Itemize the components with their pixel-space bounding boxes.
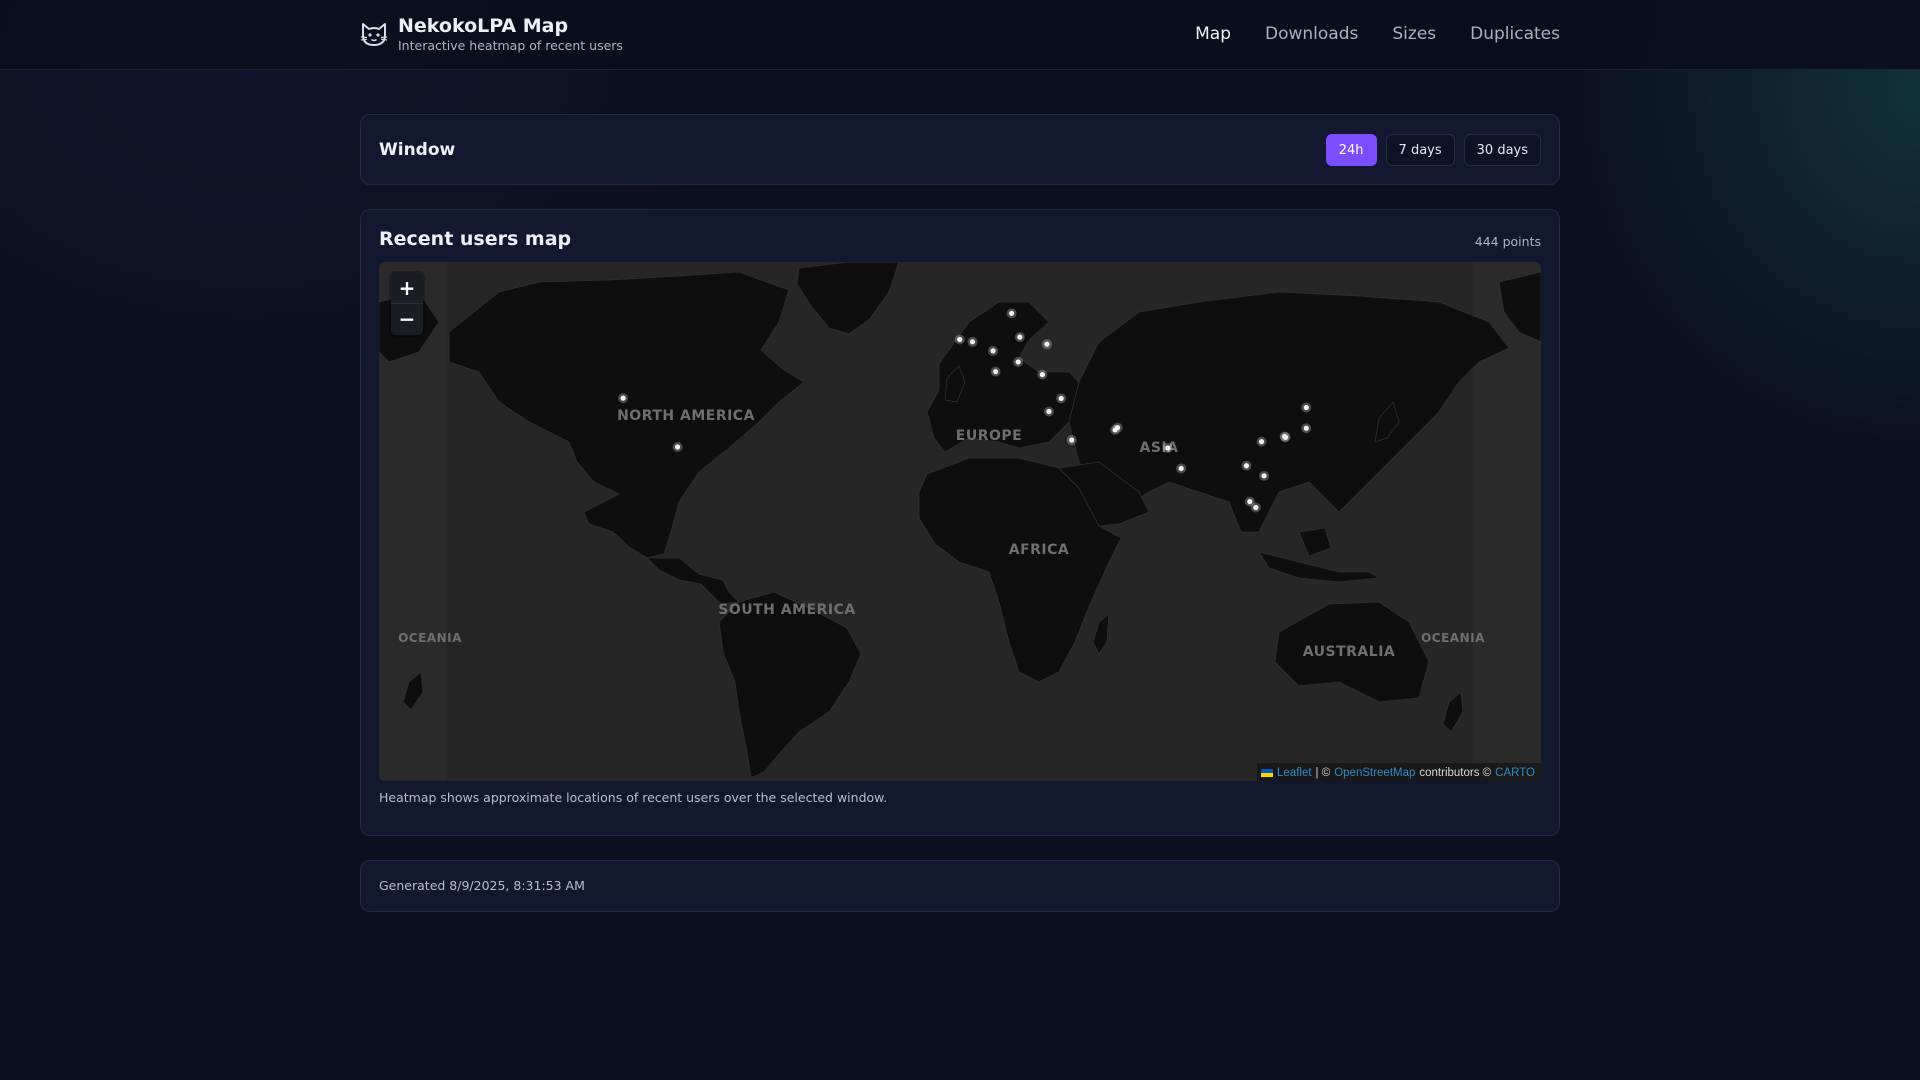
heat-point xyxy=(620,395,626,401)
carto-link[interactable]: CARTO xyxy=(1495,767,1535,779)
heat-point xyxy=(1253,504,1259,511)
label-africa: AFRICA xyxy=(1009,542,1070,558)
window-card: Window 24h 7 days 30 days xyxy=(360,114,1560,185)
heat-point xyxy=(674,444,681,450)
map-attribution: Leaflet | © OpenStreetMap contributors ©… xyxy=(1257,763,1541,781)
nav-duplicates[interactable]: Duplicates xyxy=(1470,22,1560,46)
nav-downloads[interactable]: Downloads xyxy=(1265,22,1358,46)
points-count: 444 points xyxy=(1474,234,1541,249)
map-card: Recent users map 444 points NORTH AMERIC… xyxy=(360,209,1560,836)
generated-timestamp: Generated 8/9/2025, 8:31:53 AM xyxy=(379,878,585,893)
heat-point xyxy=(1069,437,1075,443)
heat-point xyxy=(1178,465,1184,472)
heat-point xyxy=(957,336,963,343)
ukraine-flag-icon xyxy=(1261,768,1274,777)
heat-point xyxy=(1017,334,1023,340)
window-7-days-button[interactable]: 7 days xyxy=(1385,134,1455,166)
heat-point xyxy=(1046,408,1052,415)
heat-point xyxy=(1044,341,1050,347)
heat-point xyxy=(1008,310,1015,316)
window-selector: 24h 7 days 30 days xyxy=(1325,134,1541,166)
map-title: Recent users map xyxy=(379,228,572,250)
heat-point xyxy=(1039,372,1045,378)
nav-map[interactable]: Map xyxy=(1195,22,1231,46)
heat-point xyxy=(1282,434,1288,440)
label-oceania-right: OCEANIA xyxy=(1421,631,1485,645)
heat-point xyxy=(1112,427,1118,433)
label-australia: AUSTRALIA xyxy=(1303,644,1396,660)
heat-point xyxy=(1303,425,1309,431)
app-subtitle: Interactive heatmap of recent users xyxy=(398,38,623,53)
heat-point xyxy=(1015,359,1021,365)
heat-point xyxy=(990,348,996,354)
heat-point xyxy=(969,339,976,345)
top-navigation-bar: NekokoLPA Map Interactive heatmap of rec… xyxy=(0,0,1920,70)
label-europe: EUROPE xyxy=(956,428,1022,444)
window-30-days-button[interactable]: 30 days xyxy=(1463,134,1541,166)
brand[interactable]: NekokoLPA Map Interactive heatmap of rec… xyxy=(358,14,623,53)
app-title: NekokoLPA Map xyxy=(398,15,569,37)
heat-point xyxy=(1243,463,1250,469)
footer-card: Generated 8/9/2025, 8:31:53 AM xyxy=(360,860,1560,912)
heat-point xyxy=(1303,404,1309,411)
label-north-america: NORTH AMERICA xyxy=(617,408,755,424)
nav-sizes[interactable]: Sizes xyxy=(1392,22,1436,46)
heat-point xyxy=(1261,473,1267,479)
window-24h-button[interactable]: 24h xyxy=(1325,134,1377,166)
heat-point xyxy=(1058,395,1064,402)
label-oceania-left: OCEANIA xyxy=(398,631,462,645)
attribution-separator: | © xyxy=(1315,766,1331,779)
heat-point xyxy=(993,369,999,375)
heat-point xyxy=(1258,439,1265,445)
zoom-out-button[interactable]: − xyxy=(391,304,423,335)
openstreetmap-link[interactable]: OpenStreetMap xyxy=(1334,767,1415,779)
cat-face-icon xyxy=(360,22,388,46)
world-map[interactable]: NORTH AMERICA EUROPE ASIA AFRICA SOUTH A… xyxy=(379,262,1541,781)
main-nav: Map Downloads Sizes Duplicates xyxy=(1195,22,1560,46)
heat-point xyxy=(1165,445,1171,451)
map-canvas[interactable]: NORTH AMERICA EUROPE ASIA AFRICA SOUTH A… xyxy=(379,262,1541,781)
window-title: Window xyxy=(379,140,456,160)
zoom-control: + − xyxy=(391,273,423,335)
heat-point xyxy=(1247,499,1253,505)
zoom-in-button[interactable]: + xyxy=(391,273,423,304)
label-south-america: SOUTH AMERICA xyxy=(718,602,855,618)
map-note: Heatmap shows approximate locations of r… xyxy=(379,790,888,805)
leaflet-link[interactable]: Leaflet xyxy=(1277,767,1312,779)
attribution-contributors: contributors © xyxy=(1419,766,1492,779)
